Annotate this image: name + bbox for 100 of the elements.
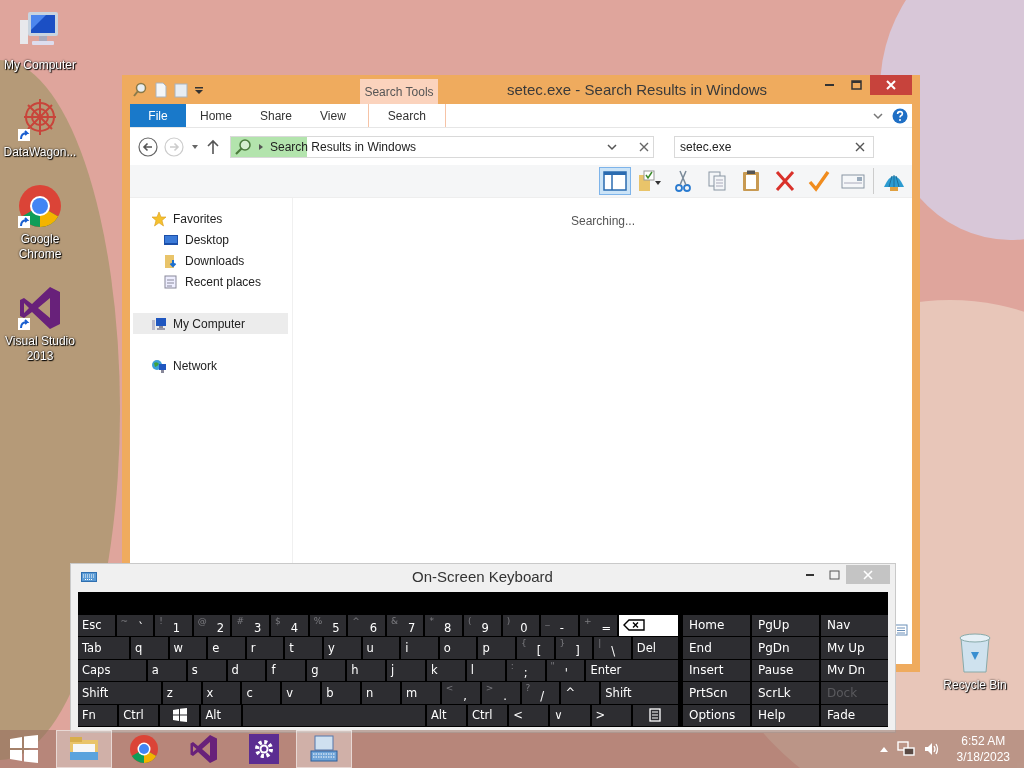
back-button[interactable] [138,136,158,157]
keyboard-key[interactable]: ! 1 [155,614,192,636]
keyboard-key[interactable]: g [307,659,346,681]
ribbon-tab[interactable]: File [130,104,186,127]
ribbon-tab[interactable]: Search [367,104,446,127]
keyboard-key[interactable]: c [242,682,281,704]
keyboard-key[interactable]: End [683,637,750,659]
keyboard-key[interactable]: d [227,659,266,681]
nav-item[interactable]: Downloads [133,250,288,271]
dropdown-icon[interactable] [194,84,204,95]
keyboard-key[interactable]: k [426,659,465,681]
keyboard-key[interactable]: ( 9 [464,614,501,636]
keyboard-key[interactable]: ^ [561,682,600,704]
keyboard-key[interactable]: PgUp [752,614,819,636]
help-icon[interactable] [892,107,908,124]
show-hidden-icons-icon[interactable] [878,745,889,753]
keyboard-key[interactable]: < , [441,682,480,704]
nav-item[interactable]: Desktop [133,229,288,250]
keyboard-key[interactable]: Help [752,704,819,726]
keyboard-key[interactable]: Ctrl [468,704,508,726]
keyboard-key[interactable]: Esc [78,614,115,636]
keyboard-key[interactable]: t [285,637,322,659]
keyboard-key[interactable]: Mv Up [821,637,888,659]
keyboard-key[interactable]: < [509,704,549,726]
keyboard-key[interactable]: z [162,682,201,704]
keyboard-key[interactable]: Home [683,614,750,636]
keyboard-key[interactable]: j [387,659,425,681]
keyboard-key[interactable]: Del [632,637,678,659]
keyboard-key[interactable]: w [169,637,207,659]
keyboard-key[interactable] [618,614,679,636]
keyboard-key[interactable]: ∨ [550,704,590,726]
keyboard-key[interactable]: ? / [521,682,560,704]
close-button[interactable] [870,75,912,95]
keyboard-key[interactable]: p [478,637,515,659]
keyboard-key[interactable]: s [187,659,226,681]
keyboard-key[interactable]: h [347,659,385,681]
keyboard-key[interactable]: Fade [821,704,888,726]
keyboard-key[interactable]: Pause [752,659,819,681]
keyboard-key[interactable]: Shift [78,682,161,704]
keyboard-key[interactable]: * 8 [425,614,463,636]
keyboard-key[interactable]: Shift [601,682,678,704]
keyboard-key[interactable]: $ 4 [271,614,308,636]
nav-item[interactable]: Recent places [133,271,288,292]
keyboard-key[interactable]: v [282,682,321,704]
keyboard-key[interactable]: e [208,637,245,659]
keyboard-key[interactable]: ) 0 [502,614,540,636]
keyboard-key[interactable]: x [202,682,241,704]
nav-item[interactable]: My Computer [133,313,288,334]
keyboard-key[interactable]: o [439,637,477,659]
keyboard-key[interactable]: n [362,682,400,704]
keyboard-key[interactable]: r [246,637,284,659]
keyboard-key[interactable]: Alt [426,704,467,726]
keyboard-key[interactable]: l [466,659,505,681]
keyboard-key[interactable]: Enter [586,659,678,681]
keyboard-key[interactable]: Alt [201,704,241,726]
keyboard-key[interactable]: Insert [683,659,750,681]
keyboard-key[interactable]: @ 2 [193,614,231,636]
keyboard-key[interactable]: ~ ` [116,614,154,636]
keyboard-key[interactable]: } ] [555,637,593,659]
keyboard-key[interactable]: Mv Dn [821,659,888,681]
keyboard-key[interactable]: Fn [78,704,118,726]
keyboard-key[interactable]: Options [683,704,750,726]
search-field[interactable]: setec.exe [674,135,874,158]
keyboard-key[interactable]: & 7 [386,614,424,636]
keyboard-key[interactable]: { [ [517,637,554,659]
keyboard-key[interactable]: Caps [78,659,146,681]
keyboard-key[interactable]: ScrLk [752,682,819,704]
keyboard-key[interactable]: q [130,637,168,659]
search-icon[interactable] [132,81,148,98]
keyboard-key[interactable]: _ - [541,614,578,636]
keyboard-key[interactable]: # 3 [232,614,270,636]
address-bar[interactable]: Search Results in Windows [230,135,654,158]
nav-item[interactable]: Network [133,355,288,376]
keyboard-key[interactable]: ^ 6 [348,614,385,636]
keyboard-key[interactable]: PrtScn [683,682,750,704]
keyboard-key[interactable]: PgDn [752,637,819,659]
keyboard-key[interactable]: y [323,637,361,659]
keyboard-key[interactable]: + = [579,614,617,636]
keyboard-key[interactable]: Tab [78,637,129,659]
nav-item[interactable]: Favorites [133,208,288,229]
keyboard-key[interactable]: | \ [594,637,631,659]
network-icon[interactable] [896,740,915,758]
keyboard-key[interactable] [160,704,200,726]
toolbar-button[interactable] [599,167,631,195]
keyboard-key[interactable]: " ' [546,659,585,681]
keyboard-key[interactable] [632,704,678,726]
keyboard-key[interactable]: m [401,682,440,704]
keyboard-key[interactable]: > [591,704,631,726]
keyboard-key[interactable]: f [267,659,306,681]
keyboard-key[interactable]: Nav [821,614,888,636]
keyboard-key[interactable]: > . [481,682,520,704]
keyboard-key[interactable]: u [362,637,400,659]
keyboard-key[interactable]: i [401,637,438,659]
keyboard-key[interactable]: % 5 [309,614,347,636]
clear-icon[interactable] [855,141,865,152]
keyboard-key[interactable]: a [147,659,186,681]
keyboard-key[interactable]: Ctrl [119,704,159,726]
keyboard-key[interactable]: : ; [506,659,545,681]
keyboard-key[interactable]: b [322,682,361,704]
up-arrow-icon[interactable] [206,138,220,155]
